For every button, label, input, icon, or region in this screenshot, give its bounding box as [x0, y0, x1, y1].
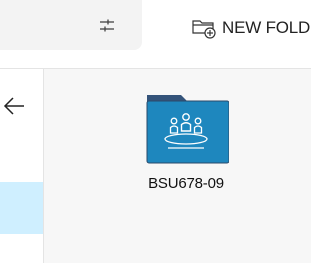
folder-contents: BSU678-09 [44, 69, 311, 263]
folder-item[interactable]: BSU678-09 [138, 93, 248, 203]
toolbar: NEW FOLD [0, 0, 311, 60]
new-folder-button[interactable]: NEW FOLD [191, 14, 310, 42]
team-folder-icon [146, 95, 229, 164]
folder-name: BSU678-09 [148, 175, 224, 192]
nav-selected-item[interactable] [0, 182, 43, 234]
new-folder-label: NEW FOLD [222, 18, 311, 37]
new-folder-icon [192, 20, 216, 39]
arrow-left-icon[interactable] [2, 95, 26, 117]
navigation-pane [0, 69, 43, 263]
file-manager-window: NEW FOLD BSU678-09 [0, 0, 311, 263]
filter-sliders-icon[interactable] [97, 18, 117, 34]
search-bar[interactable] [0, 0, 142, 50]
